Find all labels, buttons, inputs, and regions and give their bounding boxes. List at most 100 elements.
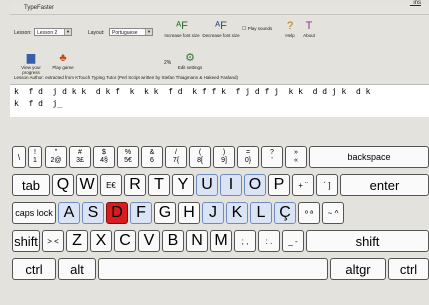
layout-select[interactable]: Portuguese ▼ <box>109 28 153 36</box>
key-e[interactable]: E€ <box>100 174 122 196</box>
key-i[interactable]: I <box>220 174 242 196</box>
key-o[interactable]: O <box>244 174 266 196</box>
key-label: L <box>256 204 266 221</box>
key-label: 6 <box>150 157 154 164</box>
key-z[interactable]: Z <box>66 230 88 252</box>
key-comma[interactable]: ; , <box>234 230 256 252</box>
key-l[interactable]: L <box>250 202 272 224</box>
key-g[interactable]: G <box>154 202 176 224</box>
key-caps-lock[interactable]: caps lock <box>12 202 56 224</box>
key-label: 5€ <box>124 157 132 164</box>
increase-font-button[interactable]: ᴬF Increase font size <box>164 20 200 38</box>
about-button[interactable]: T About <box>300 20 318 38</box>
key-k[interactable]: K <box>226 202 248 224</box>
key-c[interactable]: C <box>114 230 136 252</box>
key-b[interactable]: B <box>162 230 184 252</box>
key-label: alt <box>70 261 84 277</box>
key-c-cedilla[interactable]: Ç <box>274 202 296 224</box>
key-period[interactable]: : . <box>258 230 280 252</box>
key-ordinal[interactable]: º ª <box>298 202 320 224</box>
decrease-font-button[interactable]: ᴬF Decrease font size <box>202 20 240 38</box>
key-s[interactable]: S <box>82 202 104 224</box>
key-alt[interactable]: alt <box>58 258 96 280</box>
key-tilde[interactable]: ~ ^ <box>322 202 344 224</box>
key-8[interactable]: (8[ <box>189 146 211 168</box>
key-label: altgr <box>345 261 371 277</box>
window-title: TypeFaster <box>24 5 55 11</box>
key-label: ctrl <box>399 261 418 277</box>
key-altgr[interactable]: altgr <box>330 258 386 280</box>
key-9[interactable]: ) 9] <box>213 146 235 168</box>
key-ctrl-left[interactable]: ctrl <box>12 258 56 280</box>
key-q[interactable]: Q <box>52 174 74 196</box>
key-4[interactable]: $4§ <box>93 146 115 168</box>
play-game-button[interactable]: ♣ Play game <box>50 52 76 70</box>
key-h[interactable]: H <box>178 202 200 224</box>
key-3[interactable]: #3£ <box>69 146 91 168</box>
progress-percent: 2% <box>164 60 172 66</box>
play-sounds-checkbox[interactable]: ☐ Play sounds <box>242 26 278 32</box>
key-f[interactable]: F <box>130 202 152 224</box>
key-shift-label: / <box>175 149 177 156</box>
toolbar: Lesson: Lesson 2 ▼ Layout: Portuguese ▼ … <box>14 18 424 75</box>
key-ctrl-right[interactable]: ctrl <box>388 258 429 280</box>
key-7[interactable]: /7{ <box>165 146 187 168</box>
key-w[interactable]: W <box>76 174 98 196</box>
key-label: ctrl <box>25 261 43 277</box>
virtual-keyboard: \ ! 1 " 2@ #3£ $4§ % 5€ & 6 /7{ (8[ ) 9] = 0} … <box>10 118 429 305</box>
key-u[interactable]: U <box>196 174 218 196</box>
key-shift-right[interactable]: shift <box>306 230 429 252</box>
edit-settings-button[interactable]: ⚙ Edit settings <box>174 52 206 70</box>
layout-label: Layout: <box>88 30 105 36</box>
lesson-select[interactable]: Lesson 2 ▼ <box>34 28 72 36</box>
key-m[interactable]: M <box>210 230 232 252</box>
key-t[interactable]: T <box>148 174 170 196</box>
key-label: H <box>183 204 195 221</box>
key-5[interactable]: % 5€ <box>117 146 139 168</box>
key-p[interactable]: P <box>268 174 290 196</box>
author-line: Lesson Author: extracted from KTouch Typ… <box>14 75 238 80</box>
key-shift-label: % <box>124 149 132 156</box>
key-apostrophe[interactable]: ? ' <box>261 146 283 168</box>
typing-text-area[interactable]: k f d j d k k d k f k k k f d k f f k f … <box>10 84 429 117</box>
extra-link[interactable]: _ins <box>410 0 421 6</box>
key-0[interactable]: = 0} <box>237 146 259 168</box>
key-r[interactable]: R <box>124 174 146 196</box>
key-j[interactable]: J <box>202 202 224 224</box>
key-label: ~ ^ <box>327 208 339 218</box>
key-6[interactable]: & 6 <box>141 146 163 168</box>
key-backspace[interactable]: backspace <box>309 146 429 168</box>
key-x[interactable]: X <box>90 230 112 252</box>
key-label: F <box>136 204 146 221</box>
key-label: 8[ <box>197 157 203 164</box>
key-2[interactable]: " 2@ <box>45 146 67 168</box>
key-y[interactable]: Y <box>172 174 194 196</box>
key-acute[interactable]: ´ ] <box>316 174 338 196</box>
help-button[interactable]: ? Help <box>282 20 298 38</box>
key-space[interactable] <box>98 258 328 280</box>
key-tab[interactable]: tab <box>12 174 50 196</box>
key-guillemet[interactable]: » « <box>285 146 307 168</box>
key-d[interactable]: D <box>106 202 128 224</box>
key-label: G <box>158 204 172 221</box>
key-1[interactable]: ! 1 <box>28 146 42 168</box>
key-label: I <box>228 176 234 193</box>
key-plus[interactable]: + ¨ <box>292 174 314 196</box>
text-line-1: k f d j d k k d k f k k k f d k f f k f … <box>14 87 371 96</box>
key-backslash[interactable]: \ <box>12 146 26 168</box>
key-label: E€ <box>106 180 116 190</box>
key-shift-label: ) <box>222 149 226 156</box>
key-label: X <box>95 232 107 249</box>
chevron-down-icon: ▼ <box>64 29 71 35</box>
key-n[interactable]: N <box>186 230 208 252</box>
key-label: \ <box>17 152 21 162</box>
key-minus[interactable]: _ - <box>282 230 304 252</box>
key-enter[interactable]: enter <box>340 174 429 196</box>
view-progress-button[interactable]: ▆ View your progress <box>14 52 48 75</box>
decrease-font-label: Decrease font size <box>202 33 240 38</box>
key-shift-left[interactable]: shift <box>12 230 40 252</box>
key-a[interactable]: A <box>58 202 80 224</box>
key-angle[interactable]: > < <box>42 230 64 252</box>
key-v[interactable]: V <box>138 230 160 252</box>
key-label: tab <box>21 177 41 193</box>
